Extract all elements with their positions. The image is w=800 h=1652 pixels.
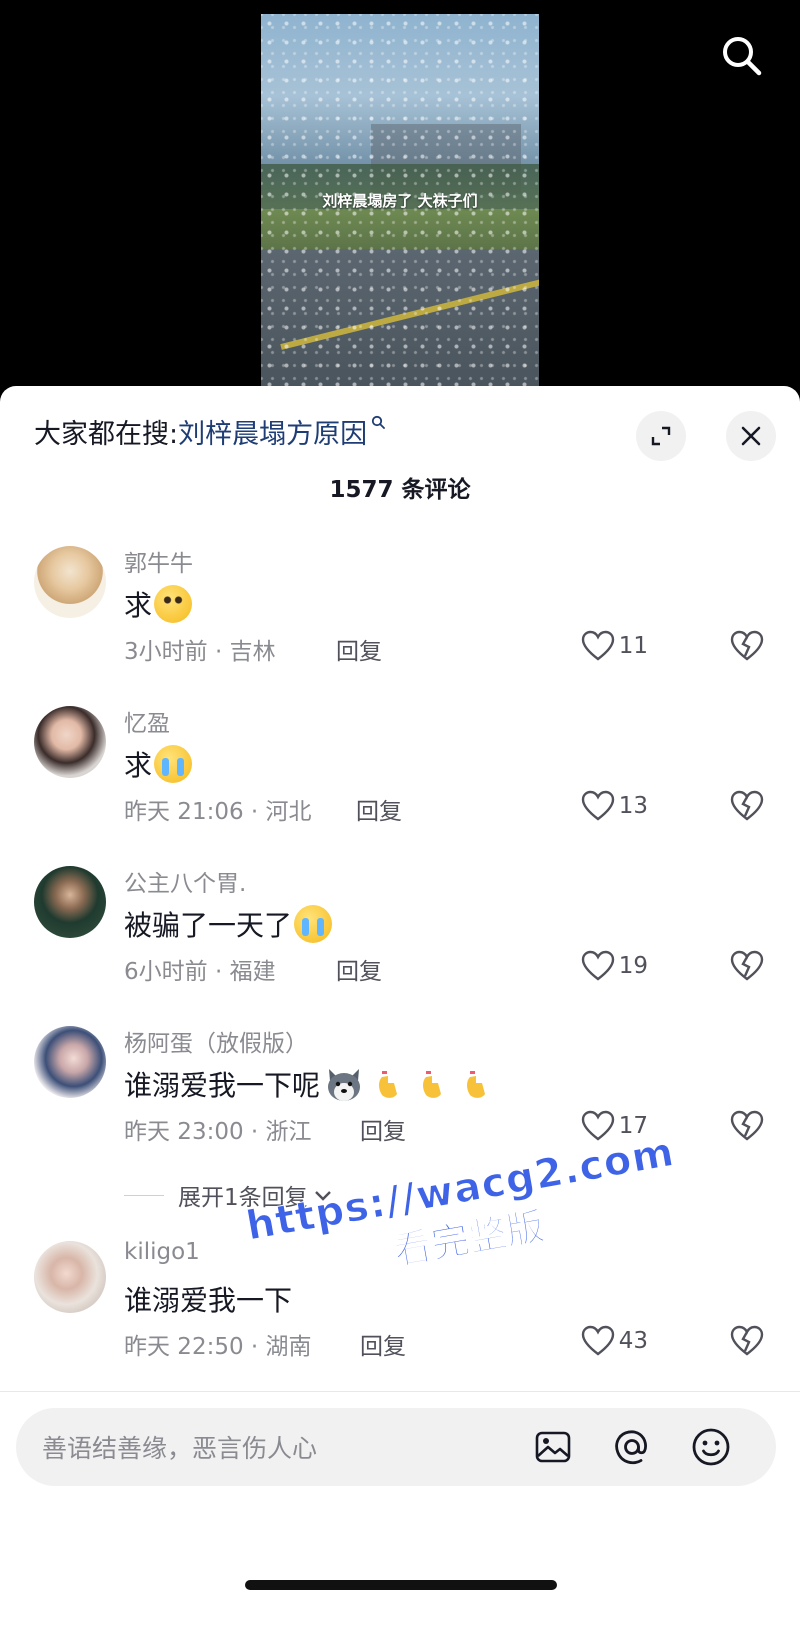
comment-username[interactable]: 忆盈 (124, 704, 170, 738)
comment-text: 被骗了一天了 (124, 904, 333, 944)
comment-count: 1577 条评论 (329, 477, 471, 503)
avatar[interactable] (34, 706, 106, 778)
like-count: 17 (618, 1113, 648, 1139)
comment-meta: 昨天 23:00 · 浙江 (124, 1119, 312, 1145)
comment-text: 谁溺爱我一下 (124, 1279, 292, 1319)
expand-replies-line (124, 1194, 164, 1196)
comment-username[interactable]: 杨阿蛋（放假版） (124, 1024, 308, 1058)
finger-heart-emoji (414, 1065, 452, 1103)
comment-text-content: 谁溺爱我一下呢 (124, 1069, 321, 1102)
pleading-face-emoji (154, 585, 193, 623)
emoji-button[interactable] (690, 1426, 732, 1468)
comment-meta: 昨天 21:06 · 河北 (124, 799, 312, 825)
dislike-button[interactable] (730, 950, 764, 986)
broken-heart-icon (730, 1325, 764, 1356)
comment-username[interactable]: 公主八个胃. (124, 864, 246, 898)
heart-icon (581, 630, 614, 661)
comment-composer (16, 1408, 776, 1488)
reply-button[interactable]: 回复 (336, 632, 382, 666)
mention-button[interactable] (611, 1426, 653, 1468)
search-button[interactable] (718, 32, 764, 78)
like-button[interactable]: 11 (581, 630, 648, 662)
heart-icon (581, 1325, 614, 1356)
dislike-button[interactable] (730, 630, 764, 666)
comment-text-content: 谁溺爱我一下 (124, 1284, 293, 1317)
search-icon (723, 37, 762, 76)
broken-heart-icon (730, 1110, 764, 1141)
expand-replies-label: 展开1条回复 (178, 1185, 308, 1211)
home-indicator[interactable] (245, 1580, 557, 1590)
avatar[interactable] (34, 546, 106, 618)
dislike-button[interactable] (730, 790, 764, 826)
comment-text: 谁溺爱我一下呢 (124, 1064, 496, 1104)
expand-replies-button[interactable]: 展开1条回复 (124, 1178, 334, 1212)
emoji-icon (692, 1428, 730, 1466)
comment-meta: 昨天 22:50 · 湖南 (124, 1334, 312, 1360)
image-button[interactable] (532, 1426, 574, 1468)
trending-search[interactable]: 大家都在搜: 刘梓晨塌方原因 (34, 412, 386, 451)
video-area[interactable]: 刘梓晨塌房了 大袜子们 (0, 0, 800, 400)
heart-icon (581, 790, 614, 821)
comment-input[interactable] (40, 1408, 494, 1488)
comment-item[interactable]: 杨阿蛋（放假版） 谁溺爱我一下呢 昨天 23:00 · 浙江 回复 17 (0, 1026, 800, 1176)
comment-username[interactable]: 郭牛牛 (124, 544, 193, 578)
like-button[interactable]: 17 (581, 1110, 648, 1142)
dislike-button[interactable] (730, 1110, 764, 1146)
expand-button[interactable] (636, 411, 686, 461)
comment-sheet: 大家都在搜: 刘梓晨塌方原因 1577 条评论 郭牛牛 求 3小时前 · 吉林 … (0, 386, 800, 1652)
broken-heart-icon (730, 950, 764, 981)
trending-label: 大家都在搜: (34, 419, 179, 450)
like-button[interactable]: 19 (581, 950, 648, 982)
husky-emoji (324, 1065, 364, 1103)
comment-meta: 3小时前 · 吉林 (124, 639, 276, 665)
finger-heart-emoji (458, 1065, 496, 1103)
like-count: 11 (618, 633, 648, 659)
comment-text-content: 求 (124, 749, 153, 782)
mini-search-icon (372, 415, 386, 429)
close-icon (741, 426, 761, 446)
image-icon (535, 1431, 571, 1463)
finger-heart-emoji (370, 1065, 408, 1103)
expand-icon (651, 426, 671, 446)
like-count: 43 (618, 1328, 648, 1354)
reply-button[interactable]: 回复 (336, 952, 382, 986)
comment-text-content: 被骗了一天了 (124, 909, 293, 942)
broken-heart-icon (730, 630, 764, 661)
comment-item[interactable]: 公主八个胃. 被骗了一天了 6小时前 · 福建 回复 19 (0, 866, 800, 1016)
like-button[interactable]: 13 (581, 790, 648, 822)
reply-button[interactable]: 回复 (360, 1112, 406, 1146)
composer-divider (0, 1391, 800, 1392)
reply-button[interactable]: 回复 (360, 1327, 406, 1361)
comment-meta: 6小时前 · 福建 (124, 959, 276, 985)
heart-icon (581, 950, 614, 981)
comment-item[interactable]: 郭牛牛 求 3小时前 · 吉林 回复 11 (0, 546, 800, 696)
trending-term[interactable]: 刘梓晨塌方原因 (178, 412, 367, 451)
at-icon (615, 1430, 647, 1465)
video-caption: 刘梓晨塌房了 大袜子们 (322, 192, 478, 210)
crying-face-emoji (294, 905, 333, 943)
comment-text-content: 求 (124, 589, 153, 622)
avatar[interactable] (34, 1026, 106, 1098)
like-count: 19 (618, 953, 648, 979)
like-count: 13 (618, 793, 648, 819)
broken-heart-icon (730, 790, 764, 821)
chevron-down-icon (314, 1191, 331, 1201)
comment-username[interactable]: kiligo1 (124, 1239, 200, 1265)
reply-button[interactable]: 回复 (356, 792, 402, 826)
close-button[interactable] (726, 411, 776, 461)
video-frame[interactable]: 刘梓晨塌房了 大袜子们 (261, 14, 539, 386)
like-button[interactable]: 43 (581, 1325, 648, 1357)
avatar[interactable] (34, 866, 106, 938)
dislike-button[interactable] (730, 1325, 764, 1361)
crying-face-emoji (154, 745, 193, 783)
comment-item[interactable]: 忆盈 求 昨天 21:06 · 河北 回复 13 (0, 706, 800, 856)
comment-text: 求 (124, 744, 193, 784)
comment-item[interactable]: kiligo1 谁溺爱我一下 昨天 22:50 · 湖南 回复 43 (0, 1239, 800, 1391)
comment-text: 求 (124, 584, 193, 624)
heart-icon (581, 1110, 614, 1141)
avatar[interactable] (34, 1241, 106, 1313)
